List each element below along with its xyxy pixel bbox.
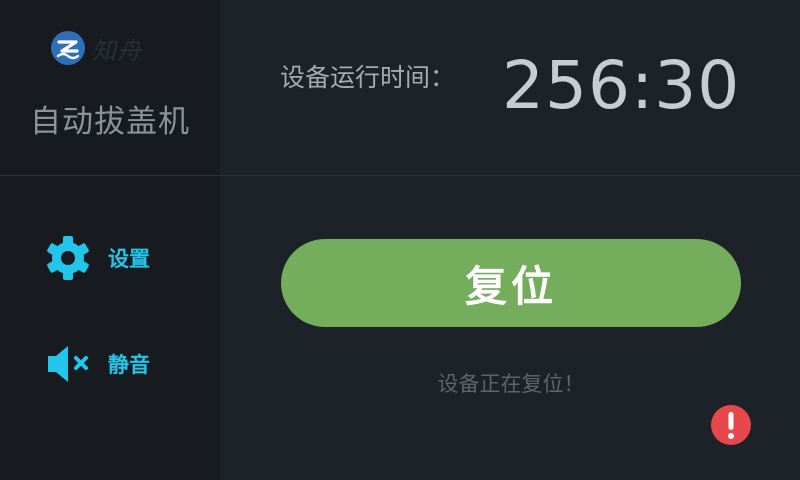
reset-button[interactable]: 复位 — [281, 239, 741, 327]
mute-label: 静音 — [108, 353, 150, 377]
settings-label: 设置 — [108, 247, 150, 271]
gear-icon — [44, 234, 92, 282]
device-screen: 知舟 自动拔盖机 设置 静音 设备运行时间： 256:30 复位 设备正在复位！ — [0, 0, 800, 480]
company-logo-icon — [51, 31, 85, 65]
logo-text: 知舟 — [92, 36, 142, 65]
brand-panel: 知舟 自动拔盖机 — [0, 0, 220, 175]
status-text: 设备正在复位！ — [437, 372, 585, 396]
logo: 知舟 — [50, 30, 142, 66]
mute-button[interactable]: 静音 — [44, 340, 150, 388]
app-title: 自动拔盖机 — [30, 104, 190, 140]
runtime-label: 设备运行时间： — [280, 63, 456, 92]
speaker-muted-icon — [44, 340, 92, 388]
settings-button[interactable]: 设置 — [44, 234, 150, 282]
runtime-value: 256:30 — [502, 47, 741, 124]
sidebar: 知舟 自动拔盖机 设置 静音 — [0, 0, 220, 480]
header-divider — [0, 175, 800, 176]
alert-icon[interactable] — [711, 405, 751, 445]
